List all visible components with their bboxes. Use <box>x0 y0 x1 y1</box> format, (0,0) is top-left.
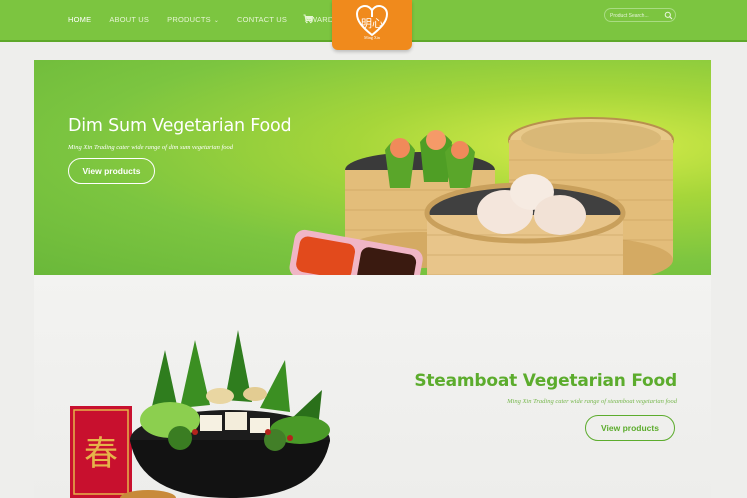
search-input[interactable] <box>610 11 662 20</box>
heart-logo-icon: 明心 <box>355 4 389 37</box>
chevron-down-icon: ⌄ <box>213 18 220 24</box>
banner-title: Steamboat Vegetarian Food <box>414 371 677 391</box>
top-navbar: HOME ABOUT US PRODUCTS ⌄ CONTACT US AWARD… <box>0 0 747 50</box>
brand-logo[interactable]: 明心 Ming Xin <box>332 0 412 50</box>
view-products-button[interactable]: View products <box>68 158 155 184</box>
view-products-button[interactable]: View products <box>585 415 675 441</box>
nav-contact-us[interactable]: CONTACT US <box>237 15 287 26</box>
steamboat-bowl-image: 春 <box>70 330 330 498</box>
nav-products-label: PRODUCTS <box>167 15 211 24</box>
banner-subtitle: Ming Xin Trading cater wide range of dim… <box>68 144 234 151</box>
shopping-cart-icon[interactable] <box>303 14 313 24</box>
product-search <box>604 8 676 22</box>
nav-home[interactable]: HOME <box>68 15 91 26</box>
logo-glyphs: 明心 <box>361 17 383 30</box>
banner-subtitle: Ming Xin Trading cater wide range of ste… <box>507 398 677 405</box>
logo-caption: Ming Xin <box>364 35 380 40</box>
nav-about-us[interactable]: ABOUT US <box>109 15 149 26</box>
nav-products[interactable]: PRODUCTS ⌄ <box>167 15 219 26</box>
banner-title: Dim Sum Vegetarian Food <box>68 116 292 136</box>
main-nav: HOME ABOUT US PRODUCTS ⌄ CONTACT US AWARD… <box>68 15 357 26</box>
search-icon[interactable] <box>664 11 673 20</box>
spring-glyph: 春 <box>84 434 118 474</box>
